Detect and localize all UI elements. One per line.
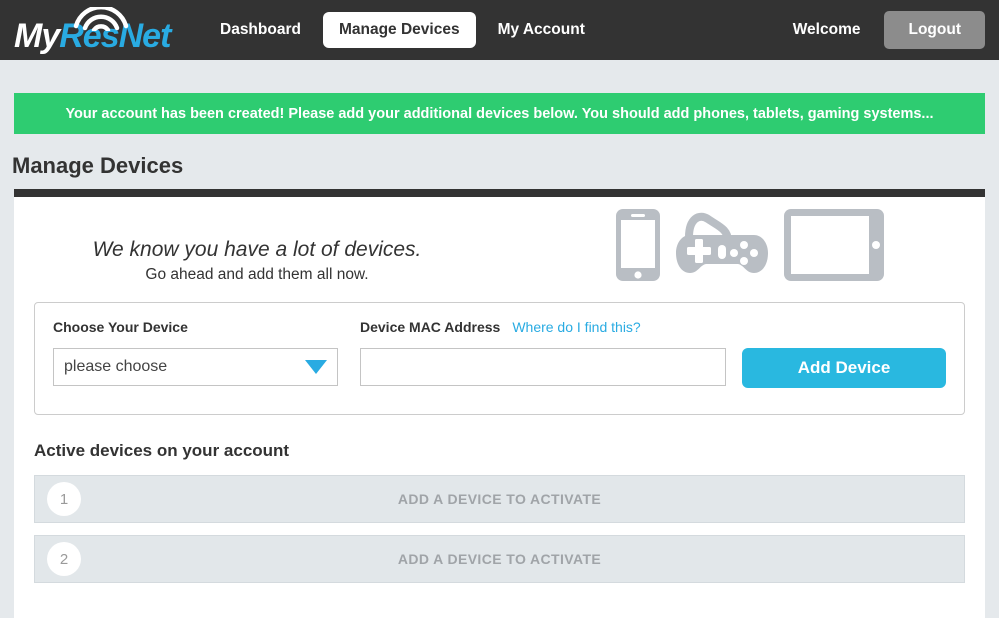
active-devices-title: Active devices on your account bbox=[34, 441, 965, 461]
hero-title: We know you have a lot of devices. bbox=[92, 238, 422, 262]
nav-item-manage-devices[interactable]: Manage Devices bbox=[323, 12, 476, 48]
where-do-i-find-this-link[interactable]: Where do I find this? bbox=[512, 319, 640, 335]
logout-button[interactable]: Logout bbox=[884, 11, 985, 49]
choose-device-label: Choose Your Device bbox=[53, 319, 188, 335]
device-type-select[interactable]: please choose bbox=[53, 348, 338, 386]
phone-icon bbox=[614, 207, 662, 283]
nav-item-my-account[interactable]: My Account bbox=[482, 12, 601, 48]
device-slot-status: ADD A DEVICE TO ACTIVATE bbox=[35, 491, 964, 507]
hero-section: We know you have a lot of devices. Go ah… bbox=[14, 197, 985, 302]
nav-item-dashboard[interactable]: Dashboard bbox=[204, 12, 317, 48]
myresnet-logo[interactable]: MyResNet bbox=[14, 7, 162, 53]
choose-device-field: Choose Your Device please choose bbox=[53, 319, 338, 386]
main-content-card: We know you have a lot of devices. Go ah… bbox=[14, 189, 985, 618]
logo-text-my: My bbox=[14, 17, 59, 55]
mac-address-label: Device MAC Address bbox=[360, 319, 500, 335]
mac-address-field: Device MAC Address Where do I find this? bbox=[360, 319, 726, 386]
add-device-button[interactable]: Add Device bbox=[742, 348, 946, 388]
mac-address-input[interactable] bbox=[360, 348, 726, 386]
main-nav: Dashboard Manage Devices My Account bbox=[204, 12, 601, 48]
page-title: Manage Devices bbox=[12, 153, 999, 179]
chevron-down-icon bbox=[305, 360, 327, 374]
hero-copy: We know you have a lot of devices. Go ah… bbox=[92, 238, 422, 284]
top-navigation-bar: MyResNet Dashboard Manage Devices My Acc… bbox=[0, 0, 999, 60]
wifi-arc-icon bbox=[72, 7, 130, 31]
hero-subtitle: Go ahead and add them all now. bbox=[92, 266, 422, 284]
device-type-select-value: please choose bbox=[64, 358, 167, 376]
account-created-alert: Your account has been created! Please ad… bbox=[14, 93, 985, 134]
device-slot-status: ADD A DEVICE TO ACTIVATE bbox=[35, 551, 964, 567]
table-row[interactable]: 1 ADD A DEVICE TO ACTIVATE bbox=[34, 475, 965, 523]
add-device-form: Choose Your Device please choose Device … bbox=[34, 302, 965, 415]
header-right-group: Welcome Logout bbox=[793, 0, 985, 60]
gamepad-icon bbox=[672, 207, 772, 283]
mac-label-row: Device MAC Address Where do I find this? bbox=[360, 319, 726, 341]
hero-device-icons bbox=[614, 207, 886, 283]
welcome-label: Welcome bbox=[793, 21, 861, 39]
choose-device-label-row: Choose Your Device bbox=[53, 319, 338, 341]
tablet-icon bbox=[782, 207, 886, 283]
active-devices-section: Active devices on your account 1 ADD A D… bbox=[14, 415, 985, 583]
table-row[interactable]: 2 ADD A DEVICE TO ACTIVATE bbox=[34, 535, 965, 583]
